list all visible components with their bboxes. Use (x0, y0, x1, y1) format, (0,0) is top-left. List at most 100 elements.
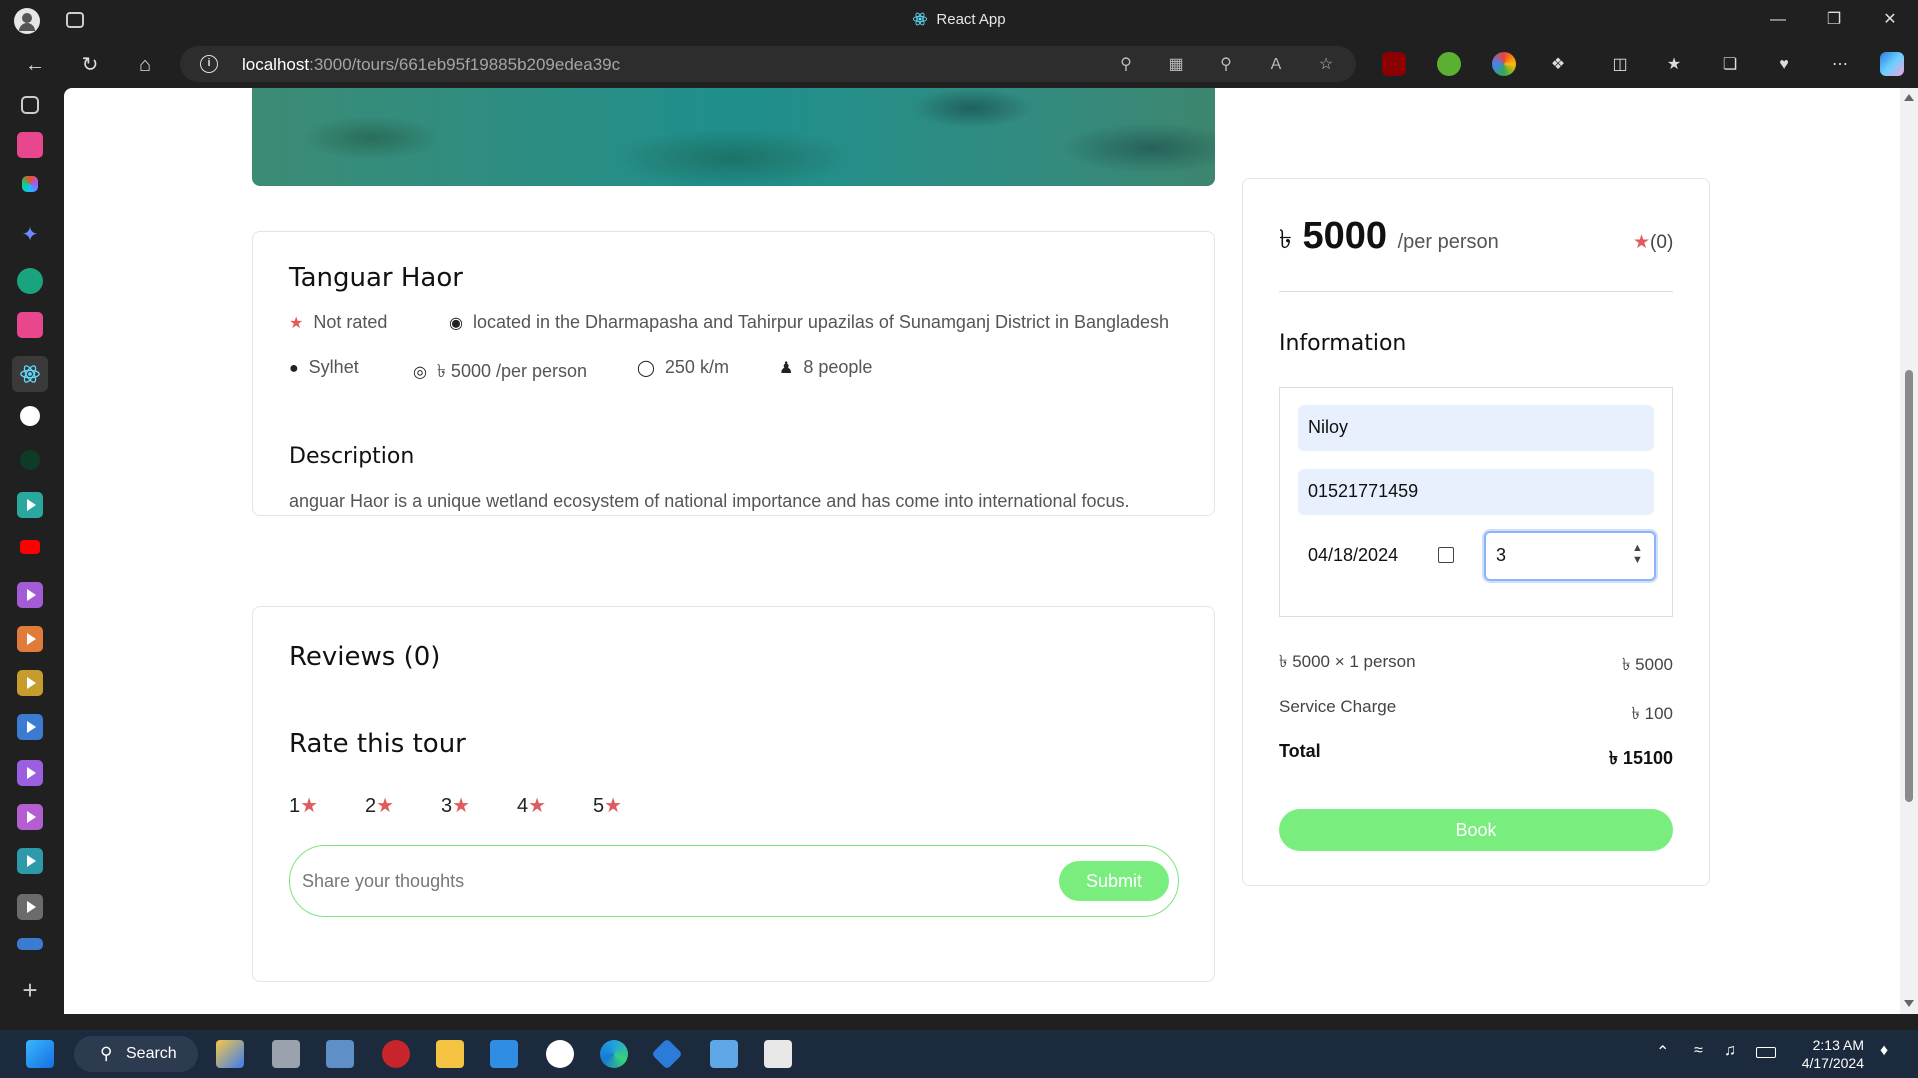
money-icon: ◎ (413, 364, 427, 381)
copilot-taskbar-icon[interactable] (216, 1040, 244, 1068)
split-screen-icon[interactable]: ◫ (1610, 55, 1630, 75)
site-info-icon[interactable]: i (200, 55, 218, 73)
more-icon[interactable]: ⋯ (1830, 55, 1850, 75)
restore-icon[interactable]: ❐ (1824, 10, 1844, 30)
rate-option-3[interactable]: 3★ (441, 793, 470, 818)
sidebar-app-figma-icon[interactable] (22, 176, 38, 192)
review-input[interactable] (302, 866, 1002, 896)
address-bar[interactable]: i localhost:3000/tours/661eb95f19885b209… (180, 46, 1356, 82)
taskbar: ⚲ Search ⌃ ≈ ♫ 2:13 AM 4/17/2024 ♦ (0, 1030, 1918, 1078)
file-explorer-icon[interactable] (436, 1040, 464, 1068)
home-icon[interactable]: ⌂ (132, 52, 158, 78)
sidebar-app-teal-icon[interactable] (17, 492, 43, 518)
app-store-icon[interactable] (546, 1040, 574, 1068)
copilot-icon[interactable] (1880, 52, 1904, 76)
sidebar-app-youtube-icon[interactable] (20, 540, 40, 554)
review-form: Submit (289, 845, 1179, 917)
sidebar-app-magenta-icon[interactable] (17, 804, 43, 830)
tab-actions-icon[interactable] (21, 96, 39, 114)
rate-option-2[interactable]: 2★ (365, 793, 394, 818)
chevron-up-icon[interactable]: ⌃ (1656, 1042, 1669, 1062)
taskbar-clock[interactable]: 2:13 AM 4/17/2024 (1792, 1036, 1864, 1072)
booking-price: ৳ 5000 /per person (1279, 215, 1499, 257)
sidebar-app-gray-icon[interactable] (17, 894, 43, 920)
sidebar-app-github-icon[interactable] (20, 406, 40, 426)
sidebar-app-gold-icon[interactable] (17, 670, 43, 696)
sidebar-app-gemini-icon[interactable]: ✦ (17, 222, 43, 248)
price-line-value: ৳ 5000 (1621, 655, 1673, 674)
star-icon: ★ (528, 795, 547, 817)
sidebar-app-cyan-icon[interactable] (17, 848, 43, 874)
total-value: ৳ 15100 (1608, 748, 1673, 768)
wifi-icon[interactable]: ≈ (1694, 1042, 1703, 1060)
refresh-icon[interactable]: ↻ (77, 52, 103, 78)
page-scrollbar[interactable] (1900, 88, 1918, 1014)
scroll-down-icon[interactable] (1904, 1000, 1914, 1007)
rate-option-5[interactable]: 5★ (593, 793, 622, 818)
read-aloud-icon[interactable]: A (1266, 55, 1286, 75)
date-field[interactable]: 04/18/2024 (1298, 533, 1466, 579)
typora-icon[interactable] (382, 1040, 410, 1068)
sidebar-app-purple-icon[interactable] (17, 582, 43, 608)
star-icon: ★ (376, 795, 395, 817)
sidebar-add-icon[interactable]: + (17, 977, 43, 1004)
file-stack-icon[interactable] (272, 1040, 300, 1068)
sidebar-app-mongodb-icon[interactable] (20, 450, 40, 470)
rate-option-1[interactable]: 1★ (289, 793, 318, 818)
window-bottom-edge (0, 1014, 1918, 1030)
sidebar-app-pink2-icon[interactable] (17, 312, 43, 338)
extension-color-icon[interactable] (1492, 52, 1516, 76)
volume-icon[interactable]: ♫ (1724, 1042, 1736, 1060)
address-url[interactable]: localhost:3000/tours/661eb95f19885b209ed… (242, 55, 620, 75)
sidebar-app-chatgpt-icon[interactable] (17, 268, 43, 294)
snipping-tool-icon[interactable] (764, 1040, 792, 1068)
calendar-icon[interactable] (1438, 547, 1454, 563)
edge-icon[interactable] (600, 1040, 628, 1068)
ublock-icon[interactable] (1382, 52, 1406, 76)
sidebar-app-blue2-icon[interactable] (17, 938, 43, 950)
sidebar-app-react-icon[interactable] (12, 356, 48, 392)
sidebar-app-orange-icon[interactable] (17, 626, 43, 652)
submit-button[interactable]: Submit (1059, 861, 1169, 901)
search-icon: ⚲ (100, 1044, 113, 1063)
react-icon (913, 12, 928, 26)
scrollbar-thumb[interactable] (1905, 370, 1913, 802)
sidebar-app-blue-icon[interactable] (17, 714, 43, 740)
notification-bell-icon[interactable]: ♦ (1880, 1042, 1888, 1060)
rate-option-4[interactable]: 4★ (517, 793, 546, 818)
price-line-label: ৳ 5000 × 1 person (1279, 652, 1416, 671)
sidebar-app-violet-icon[interactable] (17, 760, 43, 786)
extensions-icon[interactable]: ❖ (1548, 55, 1568, 75)
notepad-icon[interactable] (710, 1040, 738, 1068)
health-icon[interactable]: ♥ (1774, 55, 1794, 75)
taskbar-search[interactable]: ⚲ Search (74, 1036, 198, 1072)
window-title: React App (0, 11, 1918, 28)
browser-toolbar: ← ↻ ⌂ i localhost:3000/tours/661eb95f198… (0, 40, 1918, 88)
back-icon[interactable]: ← (22, 52, 48, 78)
scroll-up-icon[interactable] (1904, 94, 1914, 101)
stepper-icon[interactable]: ▲ ▼ (1632, 542, 1643, 566)
key-icon[interactable]: ⚲ (1116, 55, 1136, 75)
favorites-icon[interactable]: ★ (1664, 55, 1684, 75)
service-charge-value: ৳ 100 (1631, 704, 1673, 723)
total-label: Total (1279, 741, 1321, 761)
windows-start-icon[interactable] (26, 1040, 54, 1068)
extension-plus-icon[interactable] (1437, 52, 1461, 76)
collections-icon[interactable]: ❏ (1720, 55, 1740, 75)
zoom-icon[interactable]: ⚲ (1216, 55, 1236, 75)
gitkraken-icon[interactable] (651, 1038, 683, 1070)
name-field[interactable]: Niloy (1298, 405, 1654, 451)
favorite-star-icon[interactable]: ☆ (1316, 55, 1336, 75)
sidebar-app-pink-icon[interactable] (17, 132, 43, 158)
photo-viewer-icon[interactable] (326, 1040, 354, 1068)
minimize-icon[interactable]: — (1768, 10, 1788, 30)
vscode-icon[interactable] (490, 1040, 518, 1068)
battery-icon[interactable] (1756, 1047, 1776, 1058)
close-icon[interactable]: ✕ (1880, 10, 1900, 30)
browser-sidebar: ✦ + (0, 88, 60, 1014)
apps-icon[interactable]: ▦ (1166, 55, 1186, 75)
book-button[interactable]: Book (1279, 809, 1673, 851)
guest-count-field[interactable]: 3 ▲ ▼ (1484, 531, 1656, 581)
location-pin-icon: ● (289, 360, 299, 377)
phone-field[interactable]: 01521771459 (1298, 469, 1654, 515)
